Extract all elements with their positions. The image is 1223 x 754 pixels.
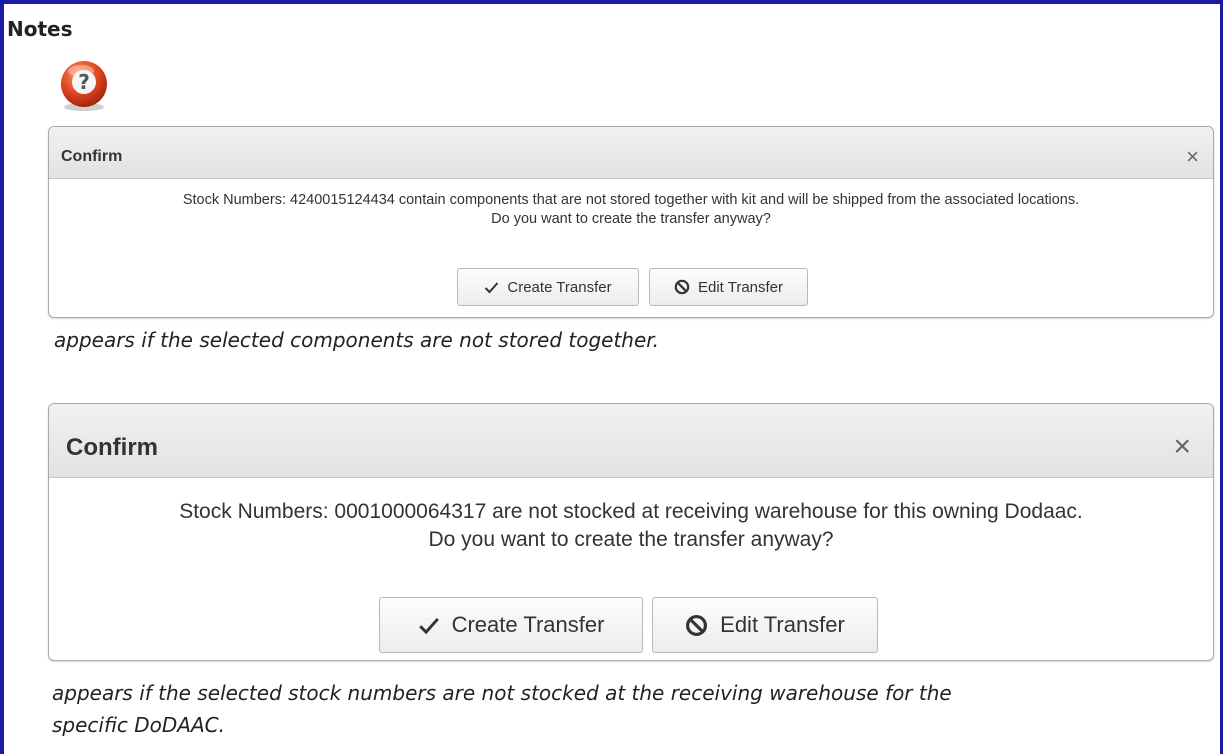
edit-transfer-button[interactable]: Edit Transfer (649, 268, 808, 306)
message-line-2: Do you want to create the transfer anywa… (491, 211, 771, 227)
close-icon[interactable]: × (1173, 430, 1191, 464)
checkmark-icon (484, 281, 499, 294)
note-stock-line-1: appears if the selected stock numbers ar… (52, 681, 952, 705)
edit-transfer-label: Edit Transfer (720, 612, 845, 637)
edit-transfer-button[interactable]: Edit Transfer (652, 597, 878, 653)
notes-heading: Notes (7, 17, 73, 41)
message-line-1: Stock Numbers: 4240015124434 contain com… (182, 192, 1080, 208)
create-transfer-button[interactable]: Create Transfer (379, 597, 643, 653)
svg-text:?: ? (78, 70, 90, 94)
confirm-dialog-stock: Confirm × Stock Numbers: 0001000064317 a… (48, 403, 1214, 661)
dialog-header: Confirm × (49, 127, 1213, 179)
dialog-message: Stock Numbers: 4240015124434 contain com… (49, 191, 1213, 229)
message-line-2: Do you want to create the transfer anywa… (428, 528, 834, 551)
note-stock-line-2: specific DoDAAC. (52, 713, 225, 737)
dialog-title: Confirm (61, 148, 123, 165)
close-icon[interactable]: × (1186, 144, 1199, 170)
note-components: appears if the selected components are n… (54, 328, 660, 352)
create-transfer-button[interactable]: Create Transfer (457, 268, 639, 306)
ban-icon (674, 279, 690, 295)
question-mark-icon: ? (51, 57, 117, 113)
create-transfer-label: Create Transfer (451, 612, 605, 637)
confirm-dialog-components: Confirm × Stock Numbers: 4240015124434 c… (48, 126, 1214, 318)
dialog-title: Confirm (66, 434, 158, 461)
dialog-message: Stock Numbers: 0001000064317 are not sto… (49, 498, 1213, 554)
create-transfer-label: Create Transfer (507, 278, 612, 296)
message-line-1: Stock Numbers: 0001000064317 are not sto… (179, 500, 1083, 523)
checkmark-icon (418, 616, 440, 635)
dialog-header: Confirm × (49, 404, 1213, 478)
note-stock: appears if the selected stock numbers ar… (52, 677, 1172, 741)
edit-transfer-label: Edit Transfer (697, 278, 784, 296)
ban-icon (685, 614, 708, 637)
